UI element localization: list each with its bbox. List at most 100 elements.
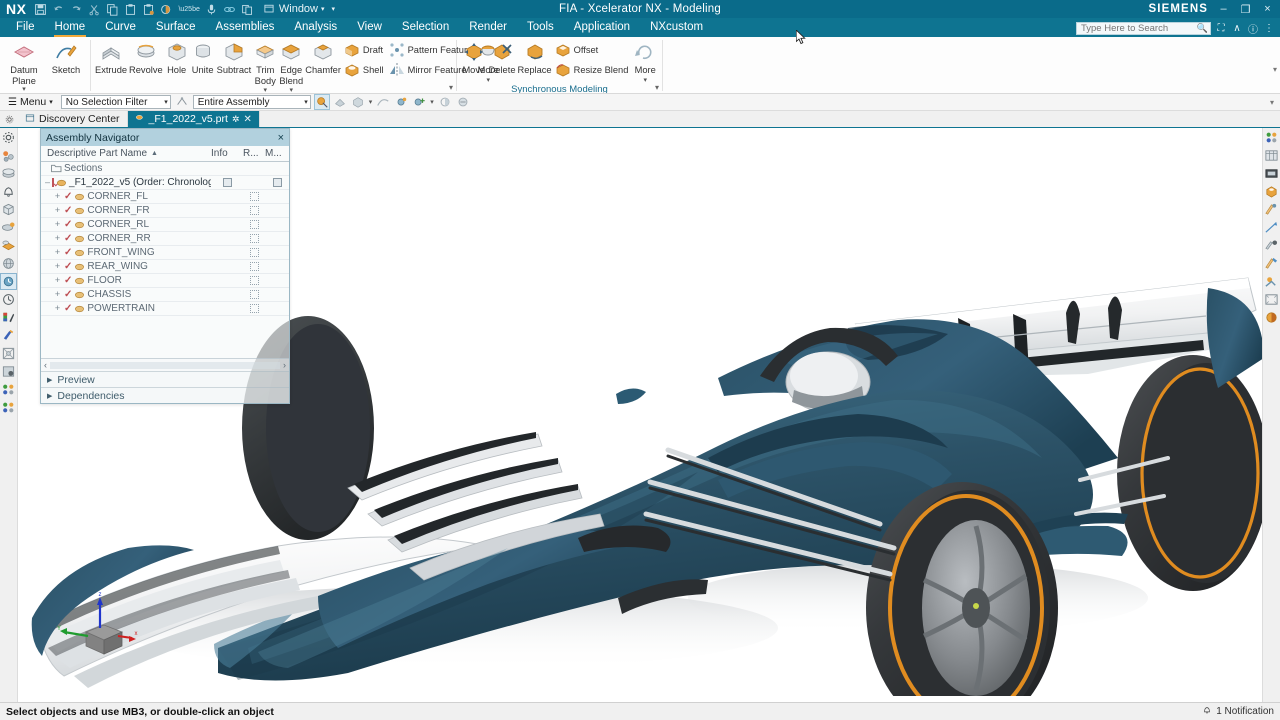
scroll-thumb[interactable] bbox=[50, 362, 280, 369]
tree-row-sections[interactable]: Sections bbox=[41, 162, 289, 176]
column-header-modified[interactable]: M... bbox=[265, 148, 289, 159]
tree-row-corner-fr[interactable]: + ✓ CORNER_FR bbox=[41, 204, 289, 218]
trim-body-button[interactable]: Trim Body ▾ bbox=[252, 39, 278, 94]
layer-rail-icon[interactable] bbox=[1, 328, 16, 343]
reuse-library-rail-icon[interactable] bbox=[1, 220, 16, 235]
paste-icon[interactable] bbox=[124, 3, 137, 16]
snap-point-add-icon[interactable] bbox=[412, 95, 426, 109]
selection-scope-dropdown[interactable]: Entire Assembly ▾ bbox=[193, 95, 311, 109]
window-menu[interactable]: Window ▾ ▾ bbox=[263, 3, 335, 16]
assembly-navigator-hscrollbar[interactable]: ‹ › bbox=[41, 358, 289, 371]
tab-selection[interactable]: Selection bbox=[392, 19, 459, 37]
tab-view[interactable]: View bbox=[347, 19, 392, 37]
sheet-rail-icon[interactable] bbox=[1264, 166, 1279, 181]
check-mark-icon[interactable]: ✓ bbox=[64, 234, 72, 243]
sync-expand-icon[interactable]: ▾ bbox=[655, 83, 659, 92]
tree-row-corner-rl[interactable]: + ✓ CORNER_RL bbox=[41, 218, 289, 232]
tree-row-front-wing[interactable]: + ✓ FRONT_WING bbox=[41, 246, 289, 260]
menu-button[interactable]: ☰ Menu ▾ bbox=[4, 96, 57, 108]
check-mark-icon[interactable]: ✓ bbox=[64, 248, 72, 257]
tree-row-floor[interactable]: + ✓ FLOOR bbox=[41, 274, 289, 288]
expander-icon[interactable]: + bbox=[53, 248, 62, 257]
expander-icon[interactable]: + bbox=[53, 206, 62, 215]
select-face-dropdown-icon[interactable]: ▾ bbox=[369, 98, 373, 106]
tab-analysis[interactable]: Analysis bbox=[284, 19, 347, 37]
tab-close-icon[interactable]: ✕ bbox=[243, 114, 251, 125]
settings-rail-icon[interactable] bbox=[1, 130, 16, 145]
datum-plane-button[interactable]: Datum Plane ▾ bbox=[3, 39, 45, 93]
expander-icon[interactable]: + bbox=[53, 220, 62, 229]
check-mark-icon[interactable]: ✓ bbox=[64, 290, 72, 299]
clip-rail-icon[interactable] bbox=[1264, 274, 1279, 289]
column-header-info[interactable]: Info bbox=[211, 148, 243, 159]
select-feature-icon[interactable] bbox=[333, 95, 347, 109]
revolve-button[interactable]: Revolve bbox=[128, 39, 164, 76]
select-general-icon[interactable] bbox=[315, 95, 329, 109]
shell-button[interactable]: Shell bbox=[342, 61, 387, 79]
view-rail-icon[interactable] bbox=[1264, 292, 1279, 307]
tree-row-corner-fl[interactable]: + ✓ CORNER_FL bbox=[41, 190, 289, 204]
chamfer-button[interactable]: Chamfer bbox=[304, 39, 342, 76]
tab-discovery-center[interactable]: Discovery Center bbox=[18, 111, 128, 127]
graphics-viewport[interactable]: z Y x Assembly Navigator × Descript bbox=[18, 128, 1262, 702]
preview-section[interactable]: ▶ Preview bbox=[41, 371, 289, 387]
dimension-rail-icon[interactable] bbox=[1264, 220, 1279, 235]
link-icon[interactable] bbox=[223, 3, 236, 16]
tab-curve[interactable]: Curve bbox=[95, 19, 146, 37]
web-browser-rail-icon[interactable] bbox=[1, 256, 16, 271]
hole-series-rail-icon[interactable] bbox=[1264, 184, 1279, 199]
selection-bar-overflow-icon[interactable]: ▾ bbox=[1270, 98, 1276, 107]
filter-b-icon[interactable] bbox=[456, 95, 470, 109]
expander-icon[interactable]: + bbox=[53, 304, 62, 313]
check-mark-icon[interactable]: ✓ bbox=[64, 206, 72, 215]
material-rail-icon[interactable] bbox=[1264, 130, 1279, 145]
expander-icon[interactable]: + bbox=[53, 262, 62, 271]
tree-row-rear-wing[interactable]: + ✓ REAR_WING bbox=[41, 260, 289, 274]
tab-home[interactable]: Home bbox=[45, 19, 96, 37]
assembly-navigator-panel[interactable]: Assembly Navigator × Descriptive Part Na… bbox=[40, 128, 290, 404]
thread-rail-icon[interactable] bbox=[1264, 202, 1279, 217]
analysis-rail-icon[interactable] bbox=[1264, 310, 1279, 325]
resize-blend-button[interactable]: Resize Blend bbox=[553, 61, 632, 79]
check-mark-icon[interactable]: ✓ bbox=[64, 192, 72, 201]
scroll-left-icon[interactable]: ‹ bbox=[44, 360, 47, 370]
section-rail-icon[interactable] bbox=[1264, 256, 1279, 271]
expander-icon[interactable]: + bbox=[53, 192, 62, 201]
tab-render[interactable]: Render bbox=[459, 19, 517, 37]
process-studio-rail-icon[interactable] bbox=[1, 292, 16, 307]
close-icon[interactable]: × bbox=[278, 132, 284, 144]
edge-blend-button[interactable]: Edge Blend ▾ bbox=[278, 39, 304, 94]
minimize-button[interactable]: – bbox=[1217, 3, 1230, 15]
search-input[interactable] bbox=[1076, 22, 1211, 35]
copy-icon[interactable] bbox=[106, 3, 119, 16]
tree-row-root[interactable]: – _F1_2022_v5 (Order: Chronologi... bbox=[41, 176, 289, 190]
dependencies-section[interactable]: ▶ Dependencies bbox=[41, 387, 289, 403]
constraint-navigator-rail-icon[interactable] bbox=[1, 166, 16, 181]
subtract-button[interactable]: Subtract bbox=[216, 39, 253, 76]
offset-region-button[interactable]: Offset bbox=[553, 41, 632, 59]
close-button[interactable]: × bbox=[1261, 3, 1274, 15]
render-style-icon[interactable] bbox=[160, 3, 173, 16]
extrude-button[interactable]: Extrude bbox=[94, 39, 128, 76]
undo-icon[interactable] bbox=[52, 3, 65, 16]
status-bar-right[interactable]: 1 Notification bbox=[1202, 705, 1274, 718]
tree-row-chassis[interactable]: + ✓ CHASSIS bbox=[41, 288, 289, 302]
filter-a-icon[interactable] bbox=[438, 95, 452, 109]
expander-icon[interactable]: + bbox=[53, 290, 62, 299]
select-curve-icon[interactable] bbox=[376, 95, 390, 109]
tab-tools[interactable]: Tools bbox=[517, 19, 564, 37]
history-rail-icon[interactable] bbox=[1, 274, 16, 289]
tab-assemblies[interactable]: Assemblies bbox=[206, 19, 285, 37]
unite-button[interactable]: Unite bbox=[190, 39, 216, 76]
hd3d-tools-rail-icon[interactable] bbox=[1, 238, 16, 253]
snap-dropdown-icon[interactable]: ▾ bbox=[430, 98, 434, 106]
tree-row-corner-rr[interactable]: + ✓ CORNER_RR bbox=[41, 232, 289, 246]
expander-icon[interactable]: + bbox=[53, 276, 62, 285]
tab-settings-gear[interactable] bbox=[0, 111, 18, 127]
help-icon[interactable]: ⓘ bbox=[1247, 21, 1259, 36]
check-mark-icon[interactable]: ✓ bbox=[64, 262, 72, 271]
select-face-icon[interactable] bbox=[351, 95, 365, 109]
cut-icon[interactable] bbox=[88, 3, 101, 16]
sync-more-button[interactable]: More ▾ bbox=[631, 39, 659, 84]
tree-row-powertrain[interactable]: + ✓ POWERTRAIN bbox=[41, 302, 289, 316]
